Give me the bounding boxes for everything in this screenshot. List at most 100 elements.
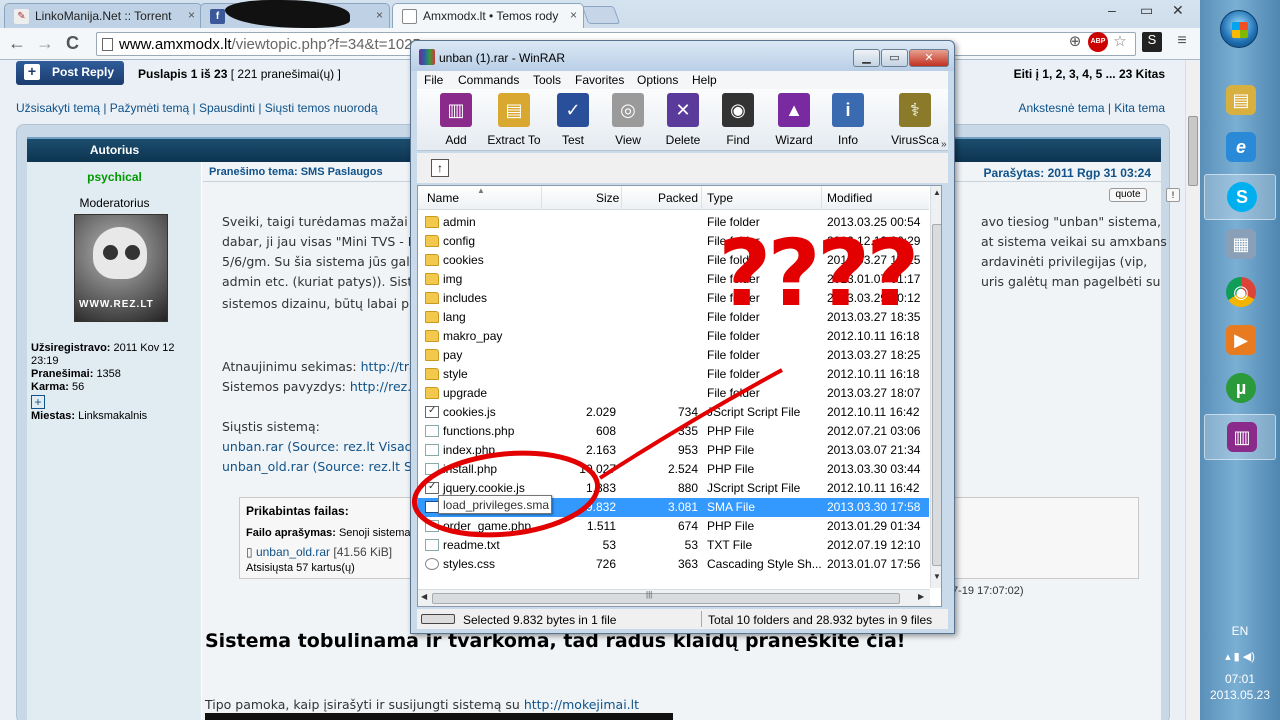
tab-label: LinkoManija.Net :: Torrent: [35, 9, 172, 23]
taskbar-utorrent[interactable]: µ: [1204, 366, 1276, 412]
updates-link[interactable]: http://tra: [361, 359, 417, 374]
tab-amxmodx[interactable]: Amxmodx.lt • Temos rody ×: [392, 3, 584, 28]
download-link-unban[interactable]: unban.rar (Source: rez.lt Visada: [222, 439, 420, 454]
page-scrollbar-thumb[interactable]: [1188, 116, 1198, 186]
scroll-down-icon[interactable]: ▼: [931, 572, 941, 581]
taskbar-media-player[interactable]: ▶: [1204, 318, 1276, 364]
taskbar-calculator[interactable]: ▦: [1204, 222, 1276, 268]
new-tab-button[interactable]: [581, 6, 621, 24]
file-row[interactable]: admin File folder 2013.03.25 00:54: [418, 213, 929, 232]
close-button[interactable]: ✕: [909, 49, 949, 67]
zoom-icon[interactable]: ⊕: [1065, 32, 1085, 52]
find-button[interactable]: ◉ Find: [710, 93, 766, 149]
maximize-button[interactable]: ▭: [881, 49, 908, 67]
toolbar-overflow-icon[interactable]: »: [941, 139, 947, 150]
download-link-unban-old[interactable]: unban_old.rar (Source: rez.lt Ser: [222, 459, 425, 474]
file-row[interactable]: index.php 2.163 953 PHP File 2013.03.07 21:3…: [418, 441, 929, 460]
maximize-icon[interactable]: ▭: [1140, 2, 1153, 19]
menu-icon[interactable]: ≡: [1172, 32, 1192, 52]
file-row[interactable]: cookies.js 2.029 734 JScript Script File 201…: [418, 403, 929, 422]
file-row[interactable]: includes File folder 2013.03.29 20:12: [418, 289, 929, 308]
minimize-button[interactable]: ▁: [853, 49, 880, 67]
tray-icons[interactable]: ▴ ▮ ◀): [1200, 650, 1280, 663]
language-indicator[interactable]: EN: [1200, 624, 1280, 638]
file-row[interactable]: install.php 10.027 2.524 PHP File 2013.03.30…: [418, 460, 929, 479]
tutorial-link[interactable]: http://mokejimai.lt: [524, 697, 639, 712]
virusscan-button[interactable]: ⚕ VirusSca: [887, 93, 943, 149]
goto-pages[interactable]: Eiti į 1, 2, 3, 4, 5 ... 23 Kitas: [1014, 67, 1165, 81]
file-list-hscroll[interactable]: ◀ ||| ▶: [418, 589, 930, 606]
file-row[interactable]: readme.txt 53 53 TXT File 2012.07.19 12:10: [418, 536, 929, 555]
scroll-up-icon[interactable]: ▲: [931, 188, 941, 197]
thread-tools[interactable]: Užsisakyti temą | Pažymėti temą | Spausd…: [16, 101, 378, 115]
menu-options[interactable]: Options: [637, 73, 678, 87]
report-button[interactable]: !: [1166, 188, 1180, 202]
menu-help[interactable]: Help: [692, 73, 717, 87]
taskbar-explorer[interactable]: ▤: [1204, 78, 1276, 124]
taskbar-chrome[interactable]: ◉: [1204, 270, 1276, 316]
column-modified[interactable]: Modified: [827, 191, 872, 205]
scroll-right-icon[interactable]: ▶: [918, 592, 924, 601]
file-row[interactable]: styles.css 726 363 Cascading Style Sh... 201…: [418, 555, 929, 574]
reload-icon[interactable]: C: [66, 33, 79, 54]
view-button[interactable]: ◎ View: [600, 93, 656, 149]
profile-expand-button[interactable]: +: [31, 395, 45, 409]
tab-linkomanija[interactable]: ✎ LinkoManija.Net :: Torrent ×: [4, 3, 202, 28]
column-size[interactable]: Size: [596, 191, 619, 205]
taskbar-ie[interactable]: e: [1204, 125, 1276, 171]
file-row[interactable]: img File folder 2013.01.07 01:17: [418, 270, 929, 289]
menu-favorites[interactable]: Favorites: [575, 73, 624, 87]
winrar-titlebar[interactable]: unban (1).rar - WinRAR ▁ ▭ ✕: [411, 41, 954, 71]
menu-file[interactable]: File: [424, 73, 443, 87]
back-icon[interactable]: ←: [8, 33, 26, 54]
attachment-file-link[interactable]: unban_old.rar: [256, 545, 330, 559]
taskbar-skype[interactable]: S: [1204, 174, 1276, 220]
forward-icon[interactable]: →: [36, 33, 54, 54]
hscroll-thumb[interactable]: [432, 593, 900, 604]
taskbar-winrar[interactable]: ▥: [1204, 414, 1276, 460]
extension-icon[interactable]: S: [1142, 32, 1162, 52]
up-folder-button[interactable]: ↑: [431, 159, 449, 177]
file-row[interactable]: lang File folder 2013.03.27 18:35: [418, 308, 929, 327]
delete-button[interactable]: ✕ Delete: [655, 93, 711, 149]
vscroll-thumb[interactable]: [932, 224, 941, 566]
file-list-vscroll[interactable]: ▲ ▼: [930, 186, 941, 588]
file-row[interactable]: config File folder 2012.12.12 00:29: [418, 232, 929, 251]
minimize-icon[interactable]: –: [1108, 2, 1116, 18]
clock-date[interactable]: 2013.05.23: [1200, 688, 1280, 702]
wizard-button[interactable]: ▲ Wizard: [766, 93, 822, 149]
post-reply-button[interactable]: + Post Reply: [16, 61, 124, 85]
menu-tools[interactable]: Tools: [533, 73, 561, 87]
file-type: PHP File: [707, 424, 755, 438]
tab-close-icon[interactable]: ×: [376, 8, 383, 22]
start-button[interactable]: [1220, 10, 1258, 48]
file-row[interactable]: order_game.php 1.511 674 PHP File 2013.01.29…: [418, 517, 929, 536]
file-row[interactable]: makro_pay File folder 2012.10.11 16:18: [418, 327, 929, 346]
page-scrollbar[interactable]: [1185, 60, 1200, 720]
menu-commands[interactable]: Commands: [458, 73, 519, 87]
column-name[interactable]: Name: [427, 191, 459, 205]
prev-next-topic[interactable]: Ankstesnė tema | Kita tema: [1018, 101, 1165, 115]
file-row[interactable]: cookies File folder 2013.03.27 18:25: [418, 251, 929, 270]
clock-time[interactable]: 07:01: [1200, 672, 1280, 686]
scroll-left-icon[interactable]: ◀: [421, 592, 427, 601]
file-row[interactable]: upgrade File folder 2013.03.27 18:07: [418, 384, 929, 403]
column-packed[interactable]: Packed: [658, 191, 698, 205]
file-row[interactable]: functions.php 608 335 PHP File 2012.07.21 03…: [418, 422, 929, 441]
file-row[interactable]: style File folder 2012.10.11 16:18: [418, 365, 929, 384]
tab-close-icon[interactable]: ×: [188, 8, 195, 22]
skype-icon: S: [1227, 182, 1257, 212]
author-name[interactable]: psychical: [27, 170, 202, 184]
star-icon[interactable]: ☆: [1110, 32, 1130, 52]
extract-to-button[interactable]: ▤ Extract To: [486, 93, 542, 149]
close-icon[interactable]: ✕: [1172, 2, 1184, 19]
test-button[interactable]: ✓ Test: [545, 93, 601, 149]
file-row[interactable]: pay File folder 2013.03.27 18:25: [418, 346, 929, 365]
tab-close-icon[interactable]: ×: [570, 8, 577, 22]
file-list[interactable]: Name ▲ Size Packed Type Modified admin Fi…: [417, 185, 942, 607]
adblock-icon[interactable]: ABP: [1088, 32, 1108, 52]
add-button[interactable]: ▥ Add: [428, 93, 484, 149]
info-button[interactable]: i Info: [820, 93, 876, 149]
quote-button[interactable]: quote: [1109, 188, 1147, 202]
column-type[interactable]: Type: [707, 191, 733, 205]
